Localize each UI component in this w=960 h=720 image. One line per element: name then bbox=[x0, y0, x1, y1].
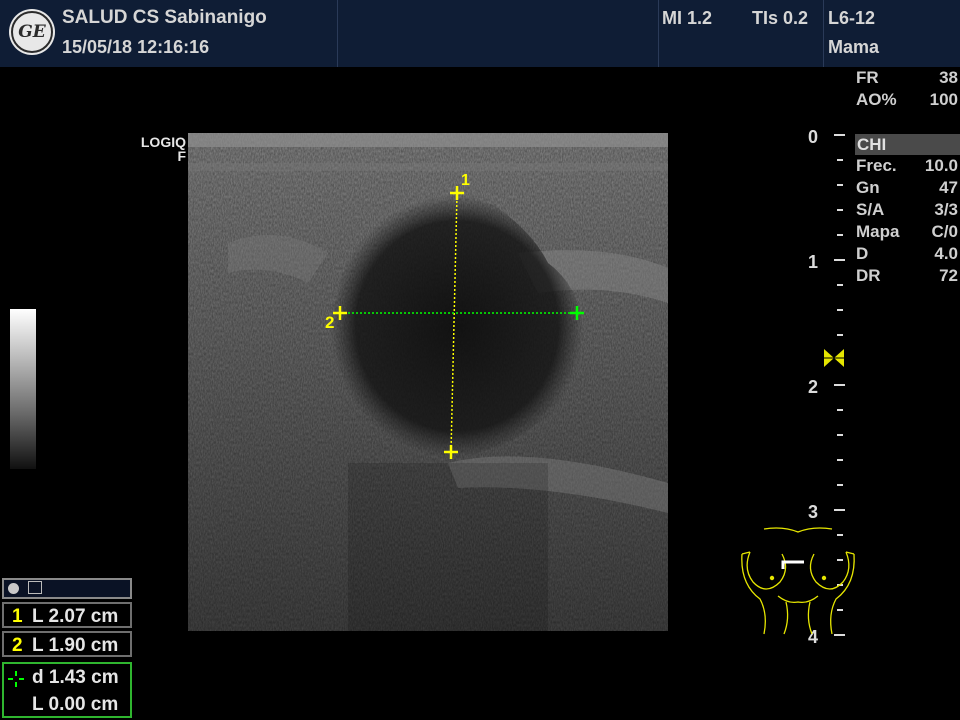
caliper-line-vertical bbox=[450, 192, 458, 453]
depth-label-3: 3 bbox=[808, 502, 819, 522]
caliper-vertical-bottom-icon[interactable] bbox=[444, 445, 458, 459]
caliper-label-2: 2 bbox=[325, 313, 335, 332]
depth-label-2: 2 bbox=[808, 377, 819, 397]
measurement-2[interactable]: 2 L 1.90 cm bbox=[2, 631, 132, 657]
cursor-icon bbox=[28, 581, 42, 594]
depth-minor-tick bbox=[837, 434, 843, 436]
depth-major-tick bbox=[834, 259, 845, 261]
body-mark-breast-icon bbox=[741, 527, 855, 635]
depth-major-tick bbox=[834, 134, 845, 136]
depth-minor-tick bbox=[837, 234, 843, 236]
depth-major-tick bbox=[834, 384, 845, 386]
record-icon bbox=[8, 583, 19, 594]
caliper-horizontal-right-icon[interactable] bbox=[570, 306, 584, 320]
toolbox-icon[interactable] bbox=[2, 578, 132, 599]
measurement-1[interactable]: 1 L 2.07 cm bbox=[2, 602, 132, 628]
focus-marker-icon[interactable] bbox=[823, 348, 845, 368]
active-measurement[interactable]: d 1.43 cm L 0.00 cm bbox=[2, 662, 132, 718]
depth-minor-tick bbox=[837, 309, 843, 311]
depth-label-1: 1 bbox=[808, 252, 819, 272]
caliper-label-1: 1 bbox=[461, 172, 470, 189]
depth-major-tick bbox=[834, 509, 845, 511]
depth-minor-tick bbox=[837, 159, 843, 161]
depth-minor-tick bbox=[837, 334, 843, 336]
depth-minor-tick bbox=[837, 484, 843, 486]
depth-label-0: 0 bbox=[808, 127, 819, 147]
active-measure-length: L 0.00 cm bbox=[32, 694, 119, 715]
depth-minor-tick bbox=[837, 284, 843, 286]
depth-minor-tick bbox=[837, 209, 843, 211]
depth-minor-tick bbox=[837, 184, 843, 186]
depth-minor-tick bbox=[837, 459, 843, 461]
depth-minor-tick bbox=[837, 409, 843, 411]
active-caliper-icon bbox=[8, 671, 24, 687]
active-measure-distance: d 1.43 cm bbox=[32, 667, 119, 688]
caliper-horizontal-left-icon[interactable] bbox=[333, 306, 347, 320]
